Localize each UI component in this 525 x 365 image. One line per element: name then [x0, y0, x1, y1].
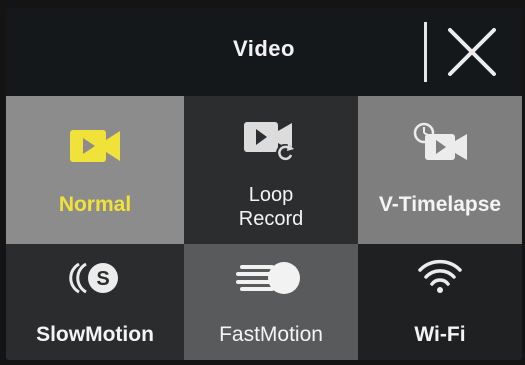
timelapse-camera-icon: [413, 122, 467, 160]
camera-screen: Video Normal Loop Record V-Timelapse S S…: [6, 8, 522, 360]
mode-wifi-label: Wi-Fi: [414, 323, 466, 346]
mode-grid: Normal Loop Record V-Timelapse S SlowMot…: [6, 96, 522, 360]
close-icon: [448, 28, 496, 76]
mode-v-timelapse-label: V-Timelapse: [378, 193, 502, 216]
mode-normal-label: Normal: [58, 193, 132, 216]
mode-wifi-button[interactable]: Wi-Fi: [358, 244, 522, 360]
mode-slow-motion-button[interactable]: S SlowMotion: [6, 244, 184, 360]
mode-fast-motion-button[interactable]: FastMotion: [184, 244, 358, 360]
svg-text:S: S: [96, 268, 109, 290]
header-bar: Video: [6, 8, 522, 96]
mode-loop-record-label-line2: Record: [238, 208, 304, 230]
mode-v-timelapse-button[interactable]: V-Timelapse: [358, 96, 522, 244]
mode-loop-record-label-line1: Loop: [248, 184, 294, 206]
mode-slow-motion-label: SlowMotion: [36, 323, 154, 346]
video-camera-icon: [70, 130, 120, 162]
mode-loop-record-button[interactable]: Loop Record: [184, 96, 358, 244]
close-button[interactable]: [444, 26, 500, 78]
loop-record-icon: [244, 122, 294, 162]
mode-fast-motion-label: FastMotion: [219, 323, 323, 346]
wifi-icon: [418, 259, 462, 293]
fast-motion-icon: [236, 262, 300, 294]
header-divider: [424, 22, 427, 82]
mode-normal-button[interactable]: Normal: [6, 96, 184, 244]
slow-motion-icon: S: [69, 262, 118, 294]
